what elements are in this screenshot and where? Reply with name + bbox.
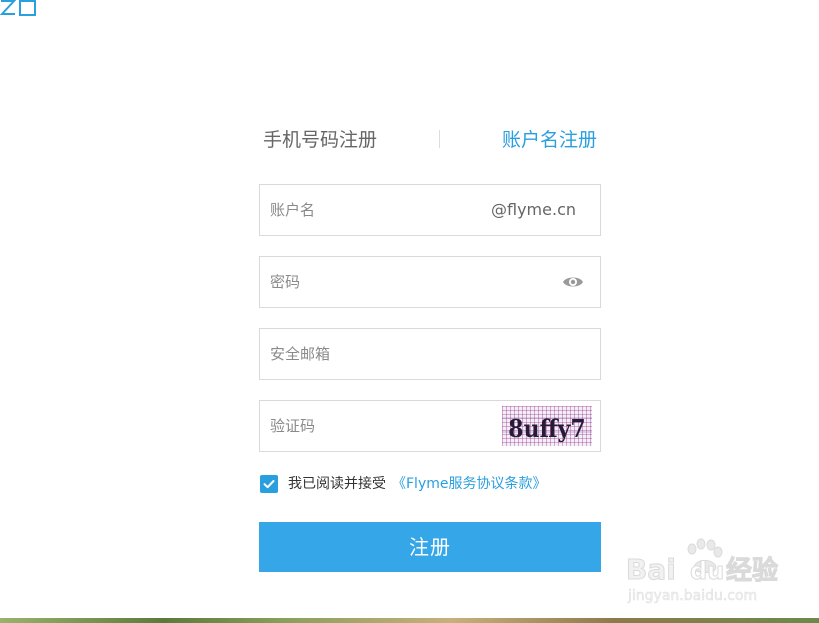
account-field-container: @flyme.cn <box>259 184 601 236</box>
captcha-input[interactable] <box>270 401 490 451</box>
baidu-jingyan-watermark: Bai du 经验 jingyan.baidu.com <box>626 538 779 604</box>
captcha-image[interactable]: 8uffy7 <box>502 406 592 446</box>
register-button[interactable]: 注册 <box>259 522 601 572</box>
agreement-text: 我已阅读并接受 <box>288 476 386 492</box>
watermark-label: 经验 <box>726 555 778 586</box>
agreement-link[interactable]: 《Flyme服务协议条款》 <box>392 474 546 494</box>
captcha-text: 8uffy7 <box>508 415 585 443</box>
password-input[interactable] <box>270 257 490 307</box>
watermark-url: jingyan.baidu.com <box>627 588 757 604</box>
register-tabs: 手机号码注册 账户名注册 <box>259 122 601 158</box>
password-field-container <box>259 256 601 308</box>
agreement-checkbox[interactable] <box>260 475 278 493</box>
taskbar-strip <box>0 618 819 623</box>
captcha-field-container: 8uffy7 <box>259 400 601 452</box>
account-domain-suffix: @flyme.cn <box>491 200 576 219</box>
watermark-brand: Bai <box>626 553 676 586</box>
email-input[interactable] <box>270 329 490 379</box>
account-input[interactable] <box>270 185 490 235</box>
eye-icon[interactable] <box>562 273 584 291</box>
tab-account-register[interactable]: 账户名注册 <box>502 128 597 152</box>
tab-phone-register[interactable]: 手机号码注册 <box>263 128 377 152</box>
logo-icon <box>0 0 36 16</box>
watermark-brand-du: du <box>690 557 724 585</box>
email-field-container <box>259 328 601 380</box>
tab-divider <box>439 130 440 148</box>
checkmark-icon <box>263 480 275 489</box>
